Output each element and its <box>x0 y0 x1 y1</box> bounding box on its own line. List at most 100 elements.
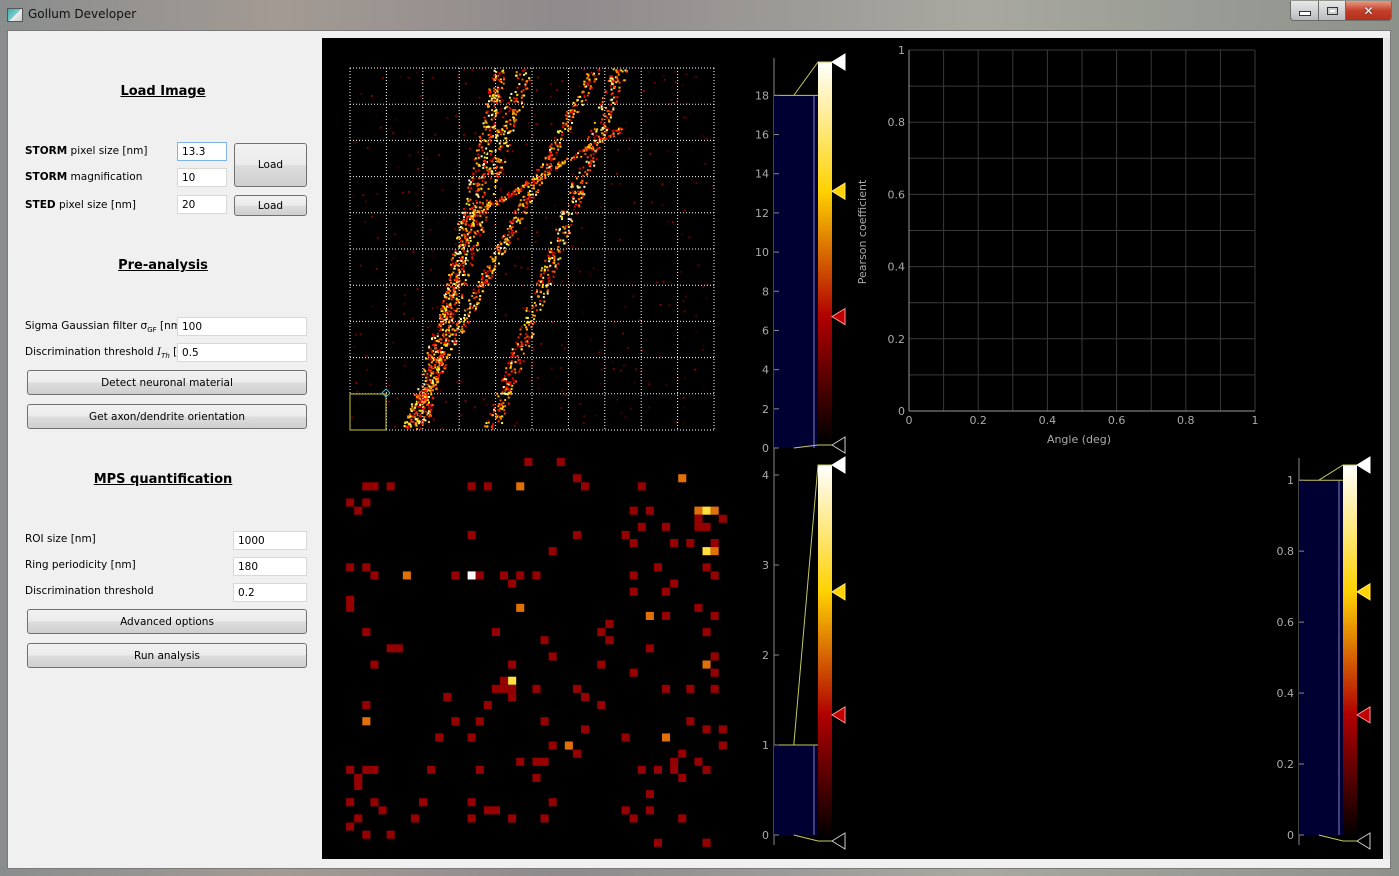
storm-pixel <box>509 383 512 386</box>
discrimination-threshold-input[interactable]: 0.2 <box>233 583 307 602</box>
storm-pixel <box>615 311 618 314</box>
storm-pixel <box>578 167 581 170</box>
storm-pixel <box>476 241 479 244</box>
load-sted-button[interactable]: Load <box>234 195 307 216</box>
storm-pixel <box>549 148 552 151</box>
storm-pixel <box>468 307 471 310</box>
storm-pixel-size-input[interactable]: 13.3 <box>177 142 227 161</box>
gradient-red-handle[interactable] <box>831 706 846 724</box>
minimize-button[interactable] <box>1290 1 1319 21</box>
storm-pixel <box>511 234 514 237</box>
histogram-lut-middle[interactable]: 01234 <box>762 456 846 850</box>
storm-pixel <box>469 198 472 201</box>
storm-pixel <box>476 301 479 304</box>
roi-selection-box[interactable] <box>349 393 387 431</box>
storm-pixel <box>676 99 679 102</box>
gradient-red-handle[interactable] <box>1356 706 1371 724</box>
storm-pixel <box>394 233 397 236</box>
storm-pixel <box>514 91 517 94</box>
storm-pixel <box>589 85 592 88</box>
storm-pixel <box>484 119 487 122</box>
storm-magnification-input[interactable]: 10 <box>177 168 227 187</box>
storm-pixel <box>601 118 604 121</box>
storm-pixel <box>443 351 446 354</box>
max-level-handle[interactable] <box>831 456 846 474</box>
sigma-input[interactable]: 100 <box>177 317 307 336</box>
storm-pixel <box>499 405 502 408</box>
storm-pixel <box>518 109 521 112</box>
gradient-yellow-handle[interactable] <box>831 582 846 601</box>
storm-pixel <box>352 240 355 243</box>
storm-pixel <box>533 314 536 317</box>
storm-pixel <box>579 200 582 203</box>
storm-pixel <box>594 76 597 79</box>
maximize-button[interactable] <box>1318 1 1346 21</box>
storm-pixel <box>552 147 555 150</box>
storm-pixel <box>501 406 504 409</box>
storm-pixel <box>483 191 486 194</box>
storm-pixel <box>535 182 538 185</box>
max-level-handle[interactable] <box>831 53 846 71</box>
storm-pixel <box>583 83 586 86</box>
storm-pixel <box>576 361 579 364</box>
sted-pixel-size-input[interactable]: 20 <box>177 195 227 214</box>
storm-pixel <box>477 288 480 291</box>
gradient-yellow-handle[interactable] <box>831 182 846 201</box>
storm-pixel <box>443 307 446 310</box>
mps-pixel <box>678 814 687 823</box>
run-analysis-button[interactable]: Run analysis <box>27 643 307 668</box>
mps-pixel <box>500 676 509 685</box>
storm-pixel <box>427 326 430 329</box>
storm-pixel <box>498 72 501 75</box>
storm-pixel <box>553 204 556 207</box>
storm-pixel <box>702 344 705 347</box>
storm-pixel <box>584 99 587 102</box>
histogram-lut-top[interactable]: 024681012141618 <box>755 53 846 458</box>
roi-size-input[interactable]: 1000 <box>233 531 307 550</box>
storm-pixel <box>601 101 604 104</box>
storm-pixel <box>512 219 515 222</box>
storm-pixel <box>538 178 541 181</box>
storm-pixel <box>423 395 426 398</box>
min-level-handle[interactable] <box>831 436 846 454</box>
gradient-red-handle[interactable] <box>831 307 846 326</box>
storm-pixel <box>528 345 531 348</box>
chart-y-tick-label: 0.2 <box>888 333 906 346</box>
storm-pixel <box>427 421 430 424</box>
mps-pixel <box>467 571 476 580</box>
storm-pixel <box>477 156 480 159</box>
max-level-handle[interactable] <box>1356 456 1371 474</box>
mps-result-image[interactable] <box>346 458 727 847</box>
intensity-threshold-input[interactable]: 0.5 <box>177 343 307 362</box>
detect-neuronal-material-button[interactable]: Detect neuronal material <box>27 370 307 395</box>
mps-pixel <box>702 628 711 637</box>
min-level-handle[interactable] <box>831 832 846 850</box>
storm-pixel <box>554 264 557 267</box>
histogram-lut-right[interactable]: 00.20.40.60.81 <box>1277 456 1371 850</box>
ring-periodicity-input[interactable]: 180 <box>233 557 307 576</box>
storm-pixel <box>562 124 565 127</box>
get-orientation-button[interactable]: Get axon/dendrite orientation <box>27 404 307 429</box>
vertical-scrollbar[interactable] <box>1384 38 1390 859</box>
storm-pixel <box>467 245 470 248</box>
storm-pixel <box>525 309 528 312</box>
min-level-handle[interactable] <box>1356 832 1371 850</box>
mps-pixel <box>662 611 671 620</box>
load-storm-button[interactable]: Load <box>234 143 307 187</box>
storm-pixel <box>538 184 541 187</box>
storm-pixel <box>644 119 647 122</box>
storm-pixel <box>578 204 581 207</box>
storm-pixel <box>443 341 446 344</box>
storm-pixel <box>358 400 361 403</box>
storm-pixel <box>561 280 564 283</box>
storm-pixel <box>460 259 463 262</box>
storm-pixel <box>626 137 629 140</box>
advanced-options-button[interactable]: Advanced options <box>27 609 307 634</box>
storm-pixel <box>504 399 507 402</box>
storm-pixel <box>583 185 586 188</box>
gradient-yellow-handle[interactable] <box>1356 582 1371 601</box>
storm-pixel <box>470 270 473 273</box>
close-button[interactable]: ✕ <box>1345 1 1392 21</box>
mps-pixel <box>678 749 687 758</box>
storm-pixel <box>561 159 564 162</box>
